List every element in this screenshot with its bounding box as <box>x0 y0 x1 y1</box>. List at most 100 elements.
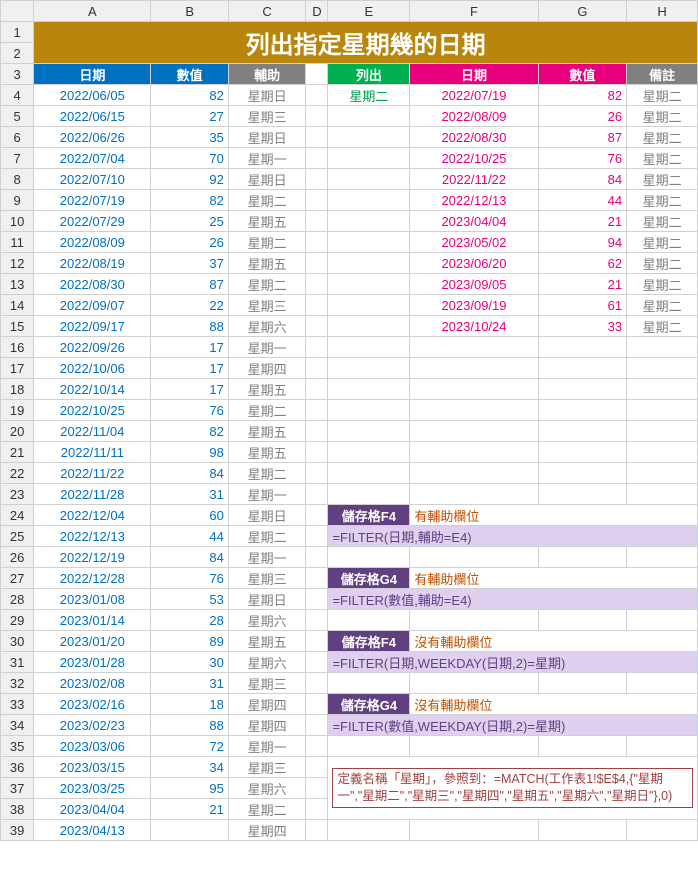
cell-value2[interactable] <box>538 736 627 757</box>
cell-value[interactable]: 34 <box>151 757 228 778</box>
cell-remark[interactable] <box>627 484 698 505</box>
cell-aux[interactable]: 星期二 <box>228 799 305 820</box>
cell-value[interactable]: 22 <box>151 295 228 316</box>
cell-date[interactable]: 2022/12/13 <box>34 526 151 547</box>
cell-value[interactable]: 26 <box>151 232 228 253</box>
cell-value[interactable]: 76 <box>151 568 228 589</box>
cell-remark[interactable] <box>627 400 698 421</box>
row-header[interactable]: 5 <box>1 106 34 127</box>
cell-aux[interactable]: 星期三 <box>228 106 305 127</box>
cell-value[interactable]: 18 <box>151 694 228 715</box>
row-header[interactable]: 35 <box>1 736 34 757</box>
cell-value2[interactable] <box>538 379 627 400</box>
cell-value2[interactable] <box>538 358 627 379</box>
cell-aux[interactable]: 星期一 <box>228 736 305 757</box>
cell-aux[interactable]: 星期六 <box>228 316 305 337</box>
cell-date[interactable]: 2023/02/08 <box>34 673 151 694</box>
row-header[interactable]: 6 <box>1 127 34 148</box>
cell-date[interactable]: 2022/12/04 <box>34 505 151 526</box>
cell-date2[interactable] <box>410 358 538 379</box>
cell-value[interactable]: 21 <box>151 799 228 820</box>
row-header[interactable]: 23 <box>1 484 34 505</box>
cell-value[interactable]: 27 <box>151 106 228 127</box>
cell-value2[interactable]: 62 <box>538 253 627 274</box>
col-header-C[interactable]: C <box>228 1 305 22</box>
cell-aux[interactable]: 星期六 <box>228 610 305 631</box>
cell-value[interactable]: 31 <box>151 484 228 505</box>
cell-value2[interactable] <box>538 610 627 631</box>
cell-date2[interactable]: 2022/08/30 <box>410 127 538 148</box>
row-header[interactable]: 11 <box>1 232 34 253</box>
row-header[interactable]: 7 <box>1 148 34 169</box>
row-header[interactable]: 27 <box>1 568 34 589</box>
cell-date[interactable]: 2023/01/20 <box>34 631 151 652</box>
row-header[interactable]: 38 <box>1 799 34 820</box>
cell-date[interactable]: 2022/06/15 <box>34 106 151 127</box>
row-header[interactable]: 28 <box>1 589 34 610</box>
cell-date2[interactable]: 2023/09/05 <box>410 274 538 295</box>
row-header[interactable]: 37 <box>1 778 34 799</box>
cell-date[interactable]: 2022/09/07 <box>34 295 151 316</box>
cell-date[interactable]: 2022/07/10 <box>34 169 151 190</box>
cell-date2[interactable] <box>410 421 538 442</box>
cell-value2[interactable] <box>538 337 627 358</box>
row-header[interactable]: 13 <box>1 274 34 295</box>
cell-date[interactable]: 2023/03/25 <box>34 778 151 799</box>
cell-value2[interactable] <box>538 400 627 421</box>
cell-value[interactable]: 28 <box>151 610 228 631</box>
cell-date[interactable]: 2023/04/13 <box>34 820 151 841</box>
cell-date[interactable]: 2022/09/26 <box>34 337 151 358</box>
cell-aux[interactable]: 星期六 <box>228 652 305 673</box>
cell-date2[interactable]: 2023/04/04 <box>410 211 538 232</box>
row-header[interactable]: 33 <box>1 694 34 715</box>
cell-aux[interactable]: 星期四 <box>228 820 305 841</box>
cell-remark[interactable] <box>627 358 698 379</box>
cell-aux[interactable]: 星期二 <box>228 526 305 547</box>
cell-remark[interactable]: 星期二 <box>627 85 698 106</box>
cell-value[interactable]: 25 <box>151 211 228 232</box>
cell-aux[interactable]: 星期三 <box>228 673 305 694</box>
cell-date2[interactable] <box>410 673 538 694</box>
cell-value[interactable]: 88 <box>151 316 228 337</box>
row-header[interactable]: 14 <box>1 295 34 316</box>
cell-date2[interactable] <box>410 400 538 421</box>
cell-date[interactable]: 2022/08/09 <box>34 232 151 253</box>
cell-date[interactable]: 2022/10/25 <box>34 400 151 421</box>
cell-value2[interactable]: 26 <box>538 106 627 127</box>
row-header[interactable]: 32 <box>1 673 34 694</box>
cell-value[interactable]: 82 <box>151 85 228 106</box>
cell-value2[interactable] <box>538 673 627 694</box>
row-header[interactable]: 29 <box>1 610 34 631</box>
cell-aux[interactable]: 星期五 <box>228 631 305 652</box>
cell-date[interactable]: 2023/03/15 <box>34 757 151 778</box>
col-header-E[interactable]: E <box>328 1 410 22</box>
cell-value2[interactable] <box>538 484 627 505</box>
cell-date2[interactable] <box>410 736 538 757</box>
cell-remark[interactable] <box>627 673 698 694</box>
col-header-B[interactable]: B <box>151 1 228 22</box>
cell-date[interactable]: 2022/07/29 <box>34 211 151 232</box>
cell-date2[interactable] <box>410 547 538 568</box>
cell-date2[interactable]: 2023/05/02 <box>410 232 538 253</box>
cell-aux[interactable]: 星期五 <box>228 211 305 232</box>
cell-aux[interactable]: 星期三 <box>228 295 305 316</box>
cell-value[interactable]: 35 <box>151 127 228 148</box>
cell-date2[interactable]: 2023/06/20 <box>410 253 538 274</box>
cell-aux[interactable]: 星期日 <box>228 127 305 148</box>
cell-date[interactable]: 2022/11/11 <box>34 442 151 463</box>
cell-remark[interactable]: 星期二 <box>627 190 698 211</box>
cell-date[interactable]: 2023/02/16 <box>34 694 151 715</box>
cell-aux[interactable]: 星期二 <box>228 232 305 253</box>
cell-remark[interactable]: 星期二 <box>627 169 698 190</box>
cell-date2[interactable]: 2022/10/25 <box>410 148 538 169</box>
cell-date2[interactable] <box>410 442 538 463</box>
cell-value2[interactable]: 61 <box>538 295 627 316</box>
row-header[interactable]: 8 <box>1 169 34 190</box>
cell-value2[interactable]: 21 <box>538 274 627 295</box>
cell-date[interactable]: 2023/03/06 <box>34 736 151 757</box>
cell-remark[interactable] <box>627 442 698 463</box>
cell-aux[interactable]: 星期一 <box>228 148 305 169</box>
cell-value2[interactable]: 94 <box>538 232 627 253</box>
cell-value[interactable]: 17 <box>151 379 228 400</box>
cell-date[interactable]: 2023/04/04 <box>34 799 151 820</box>
